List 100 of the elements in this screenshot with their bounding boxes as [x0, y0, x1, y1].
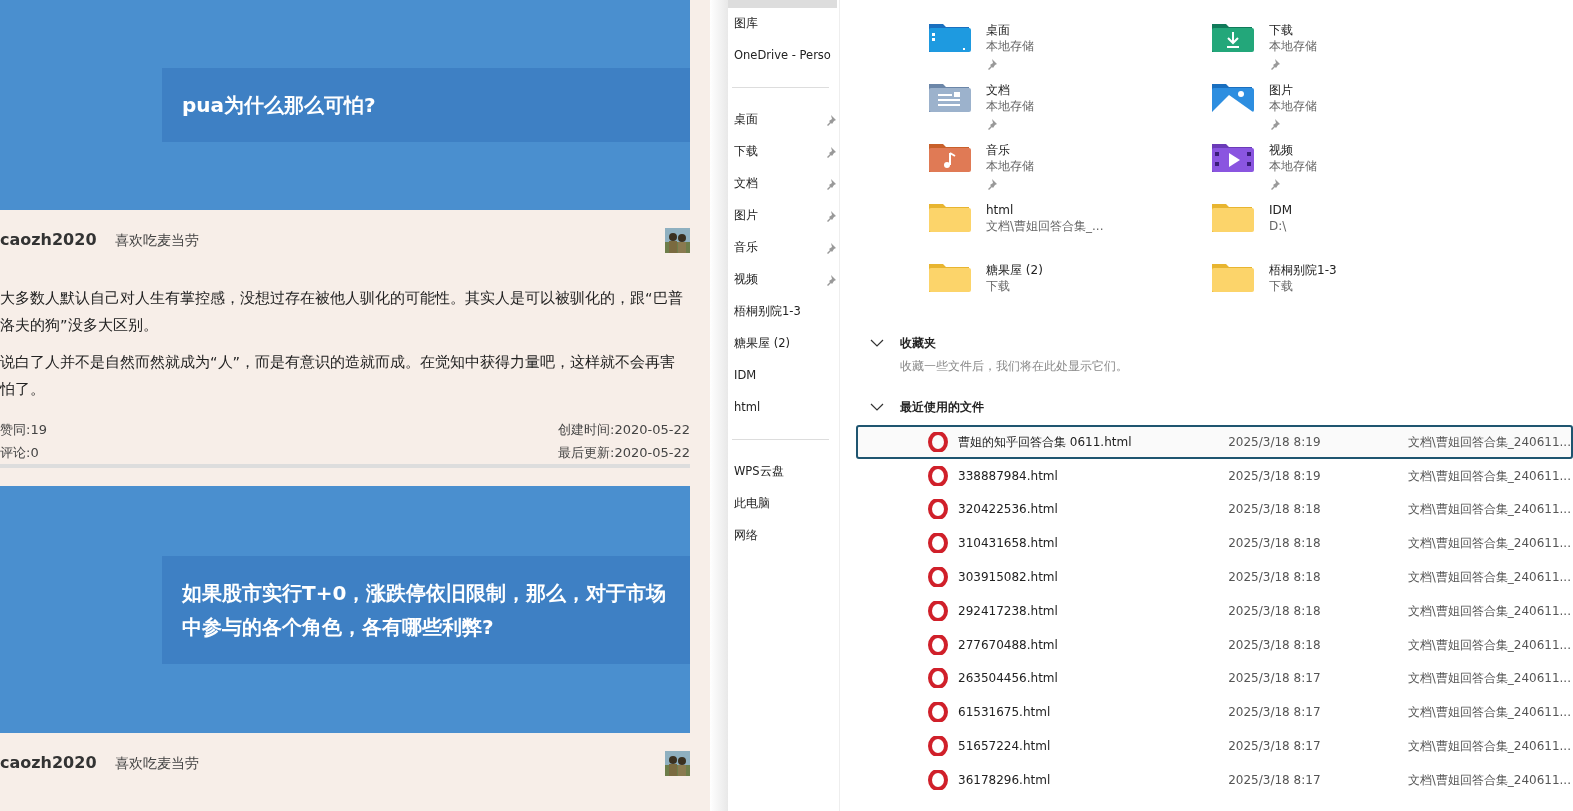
folder-name[interactable]: html	[986, 202, 1104, 218]
nav-item[interactable]: 梧桐别院1-3	[734, 303, 801, 321]
pin-icon	[825, 178, 837, 190]
folder-location: 本地存储	[1269, 38, 1317, 54]
file-row[interactable]: 292417238.html 2025/3/18 8:18 文档\曹姐回答合集_240611...	[856, 594, 1573, 628]
file-name: 263504456.html	[958, 670, 1059, 688]
nav-item[interactable]: 视频	[734, 271, 758, 289]
nav-item[interactable]: 糖果屋 (2)	[734, 335, 790, 353]
nav-item[interactable]: WPS云盘	[734, 463, 784, 481]
folder-name[interactable]: 下载	[1269, 22, 1317, 38]
created-date: 创建时间:2020-05-22	[558, 421, 690, 439]
nav-item[interactable]: 网络	[734, 527, 758, 545]
folder-name[interactable]: 文档	[986, 82, 1034, 98]
opera-file-icon	[928, 465, 948, 486]
author-signature: 喜欢吃麦当劳	[114, 230, 199, 250]
file-date: 2025/3/18 8:17	[1228, 771, 1322, 789]
folder-location: 本地存储	[1269, 98, 1317, 114]
file-name: 292417238.html	[958, 602, 1059, 620]
question-title: 如果股市实行T+0，涨跌停依旧限制，那么，对于市场中参与的各个角色，各有哪些利弊?	[162, 555, 690, 664]
file-name: 36178296.html	[958, 771, 1052, 789]
folder-name[interactable]: 桌面	[986, 22, 1034, 38]
pin-icon	[986, 177, 998, 190]
opera-file-icon	[928, 533, 948, 554]
file-name: 61531675.html	[958, 704, 1052, 722]
nav-item[interactable]: OneDrive - Perso	[734, 47, 831, 65]
chevron-icon[interactable]	[870, 402, 884, 412]
file-location: 文档\曹姐回答合集_240611...	[1407, 433, 1571, 451]
pin-icon	[986, 117, 998, 130]
pin-icon	[825, 114, 837, 126]
pin-icon	[1269, 57, 1281, 70]
file-date: 2025/3/18 8:19	[1228, 467, 1322, 485]
folder-location: 文档\曹姐回答合集_...	[986, 218, 1104, 234]
folder-name[interactable]: 糖果屋 (2)	[986, 262, 1043, 278]
folder-location: 本地存储	[986, 158, 1034, 174]
folder-location: 本地存储	[1269, 158, 1317, 174]
file-name: 338887984.html	[958, 467, 1059, 485]
nav-item[interactable]: 文档	[734, 175, 758, 193]
file-location: 文档\曹姐回答合集_240611...	[1407, 636, 1571, 654]
file-location: 文档\曹姐回答合集_240611...	[1407, 501, 1571, 519]
file-name: 310431658.html	[958, 535, 1059, 553]
folder-name[interactable]: 音乐	[986, 142, 1034, 158]
file-location: 文档\曹姐回答合集_240611...	[1407, 670, 1571, 688]
comment-count: 评论:0	[0, 444, 39, 462]
folder-name[interactable]: 梧桐别院1-3	[1269, 262, 1337, 278]
opera-file-icon	[928, 769, 948, 790]
pin-icon	[1269, 117, 1281, 130]
author-name: caozh2020	[0, 752, 97, 774]
opera-file-icon	[928, 736, 948, 757]
file-name: 51657224.html	[958, 738, 1052, 756]
pin-icon	[1269, 177, 1281, 190]
pin-icon	[825, 274, 837, 286]
section-title[interactable]: 最近使用的文件	[900, 398, 984, 416]
file-date: 2025/3/18 8:18	[1228, 535, 1322, 553]
file-row[interactable]: 277670488.html 2025/3/18 8:18 文档\曹姐回答合集_240611...	[856, 627, 1573, 662]
file-row[interactable]: 303915082.html 2025/3/18 8:18 文档\曹姐回答合集_240611...	[856, 560, 1573, 594]
nav-item[interactable]: html	[734, 399, 761, 417]
file-location: 文档\曹姐回答合集_240611...	[1407, 569, 1571, 587]
file-location: 文档\曹姐回答合集_240611...	[1407, 704, 1571, 722]
file-date: 2025/3/18 8:17	[1228, 738, 1322, 756]
chevron-icon[interactable]	[870, 338, 884, 348]
file-row[interactable]: 320422536.html 2025/3/18 8:18 文档\曹姐回答合集_240611...	[856, 492, 1573, 527]
opera-file-icon	[928, 600, 948, 621]
paragraph: 说白了人并不是自然而然就成为“人”，而是有意识的造就而成。在觉知中获得力量吧，这样就不会再害怕了。	[0, 353, 677, 399]
file-row[interactable]: 36178296.html 2025/3/18 8:17 文档\曹姐回答合集_240611...	[856, 762, 1573, 797]
file-date: 2025/3/18 8:18	[1228, 569, 1322, 587]
file-row[interactable]: 曹姐的知乎回答合集 0611.html 2025/3/18 8:19 文档\曹姐回答合集_240611...	[856, 425, 1573, 459]
nav-item[interactable]: 下载	[734, 143, 758, 161]
question-title: pua为什么那么可怕?	[162, 68, 690, 142]
empty-hint: 收藏一些文件后，我们将在此处显示它们。	[899, 358, 1129, 375]
section-title[interactable]: 收藏夹	[900, 334, 936, 352]
file-row[interactable]: 61531675.html 2025/3/18 8:17 文档\曹姐回答合集_240611...	[856, 695, 1573, 730]
folder-name[interactable]: IDM	[1269, 202, 1293, 218]
opera-file-icon	[928, 499, 948, 520]
file-location: 文档\曹姐回答合集_240611...	[1407, 771, 1571, 789]
folder-name[interactable]: 视频	[1269, 142, 1317, 158]
file-date: 2025/3/18 8:17	[1228, 704, 1322, 722]
file-name: 303915082.html	[958, 569, 1059, 587]
folder-location: D:\	[1269, 218, 1288, 234]
nav-item[interactable]: 音乐	[734, 239, 758, 257]
file-date: 2025/3/18 8:19	[1228, 433, 1322, 451]
file-date: 2025/3/18 8:18	[1228, 636, 1322, 654]
folder-location: 下载	[1269, 278, 1294, 294]
author-signature: 喜欢吃麦当劳	[114, 753, 199, 773]
file-row[interactable]: 310431658.html 2025/3/18 8:18 文档\曹姐回答合集_240611...	[856, 526, 1573, 561]
folder-name[interactable]: 图片	[1269, 82, 1317, 98]
opera-file-icon	[928, 567, 948, 588]
pin-icon	[825, 210, 837, 222]
file-date: 2025/3/18 8:17	[1228, 670, 1322, 688]
nav-item[interactable]: IDM	[734, 367, 757, 385]
nav-item[interactable]: 图库	[734, 15, 758, 33]
folder-location: 本地存储	[986, 98, 1034, 114]
avatar	[665, 750, 690, 776]
nav-item[interactable]: 此电脑	[734, 495, 770, 513]
file-location: 文档\曹姐回答合集_240611...	[1407, 535, 1571, 553]
file-row[interactable]: 338887984.html 2025/3/18 8:19 文档\曹姐回答合集_240611...	[856, 458, 1573, 493]
nav-item[interactable]: 桌面	[734, 111, 758, 129]
nav-item[interactable]: 图片	[734, 207, 758, 225]
folder-location: 下载	[986, 278, 1011, 294]
file-row[interactable]: 51657224.html 2025/3/18 8:17 文档\曹姐回答合集_240611...	[856, 729, 1573, 763]
file-row[interactable]: 263504456.html 2025/3/18 8:17 文档\曹姐回答合集_240611...	[856, 661, 1573, 696]
